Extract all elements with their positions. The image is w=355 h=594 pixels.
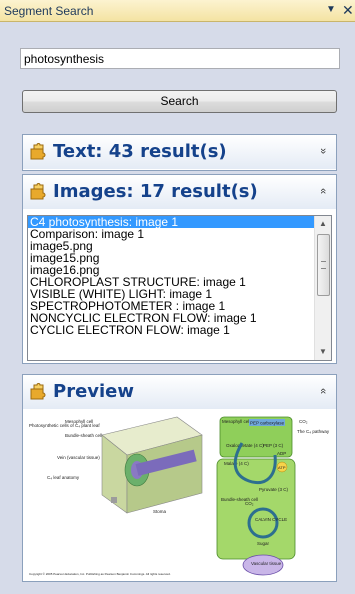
fig-calvin: CALVIN CYCLE bbox=[255, 517, 287, 522]
search-button[interactable]: Search bbox=[22, 90, 337, 113]
images-panel-header[interactable]: Images: 17 result(s) « bbox=[23, 175, 336, 209]
fig-co2-b: CO₂ bbox=[245, 501, 254, 506]
close-icon[interactable]: ✕ bbox=[342, 2, 354, 19]
fig-stoma: Stoma bbox=[153, 509, 167, 514]
fig-sugar: Sugar bbox=[257, 541, 270, 546]
scrollbar-thumb[interactable] bbox=[317, 234, 330, 296]
image-results-list[interactable]: C4 photosynthesis: image 1 Comparison: im… bbox=[27, 215, 332, 361]
preview-panel-title: Preview bbox=[53, 381, 135, 402]
search-input[interactable] bbox=[20, 48, 340, 69]
fig-adp: ADP bbox=[277, 451, 286, 456]
collapse-icon[interactable]: « bbox=[317, 188, 329, 194]
expand-icon[interactable]: » bbox=[317, 148, 329, 154]
fig-pathway: The C₄ pathway bbox=[297, 429, 330, 434]
scroll-up-icon[interactable]: ▲ bbox=[315, 216, 331, 232]
preview-panel: Preview « Photosynthetic cells of C₄ pla… bbox=[22, 374, 337, 582]
fig-co2: CO₂ bbox=[299, 419, 308, 424]
fig-pep-carboxylase: PEP carboxylase bbox=[250, 421, 285, 426]
preview-panel-header[interactable]: Preview « bbox=[23, 375, 336, 409]
images-panel-title: Images: 17 result(s) bbox=[53, 181, 258, 202]
fig-mesophyll: Mesophyll cell bbox=[65, 419, 93, 424]
chevron-down-icon[interactable]: ▼ bbox=[326, 4, 336, 15]
image-results-items: C4 photosynthesis: image 1 Comparison: im… bbox=[28, 216, 315, 336]
fig-copyright: Copyright © 2005 Pearson Education, Inc.… bbox=[29, 572, 171, 576]
fig-bundle-sheath: Bundle-sheath cell bbox=[65, 433, 102, 438]
collapse-icon[interactable]: « bbox=[317, 388, 329, 394]
fig-vein: Vein (vascular tissue) bbox=[57, 455, 100, 460]
fig-right-mesophyll: Mesophyll cell bbox=[222, 419, 250, 424]
title-bar: Segment Search ▼ ✕ bbox=[0, 0, 355, 22]
puzzle-icon bbox=[30, 143, 46, 160]
text-panel-title: Text: 43 result(s) bbox=[53, 141, 227, 162]
c4-pathway-figure: Photosynthetic cells of C₄ plant leaf Me… bbox=[29, 416, 330, 576]
fig-pyruvate: Pyruvate (3 C) bbox=[259, 487, 289, 492]
fig-pep: PEP (3 C) bbox=[263, 443, 284, 448]
image-result-item[interactable]: CYCLIC ELECTRON FLOW: image 1 bbox=[28, 324, 315, 336]
window-title: Segment Search bbox=[4, 4, 94, 18]
puzzle-icon bbox=[30, 383, 46, 400]
fig-atp: ATP bbox=[278, 465, 286, 470]
images-results-panel: Images: 17 result(s) « C4 photosynthesis… bbox=[22, 174, 337, 364]
fig-vascular: Vascular tissue bbox=[251, 561, 282, 566]
scroll-down-icon[interactable]: ▼ bbox=[315, 344, 331, 360]
puzzle-icon bbox=[30, 183, 46, 200]
leaf-block-illustration bbox=[101, 416, 203, 514]
fig-anatomy: C₄ leaf anatomy bbox=[47, 475, 80, 480]
list-scrollbar[interactable]: ▲ ▼ bbox=[314, 216, 331, 360]
text-panel-header[interactable]: Text: 43 result(s) » bbox=[23, 135, 336, 169]
text-results-panel: Text: 43 result(s) » bbox=[22, 134, 337, 171]
preview-image: Photosynthetic cells of C₄ plant leaf Me… bbox=[27, 415, 332, 579]
fig-oxaloacetate: Oxaloacetate (4 C) bbox=[226, 443, 264, 448]
